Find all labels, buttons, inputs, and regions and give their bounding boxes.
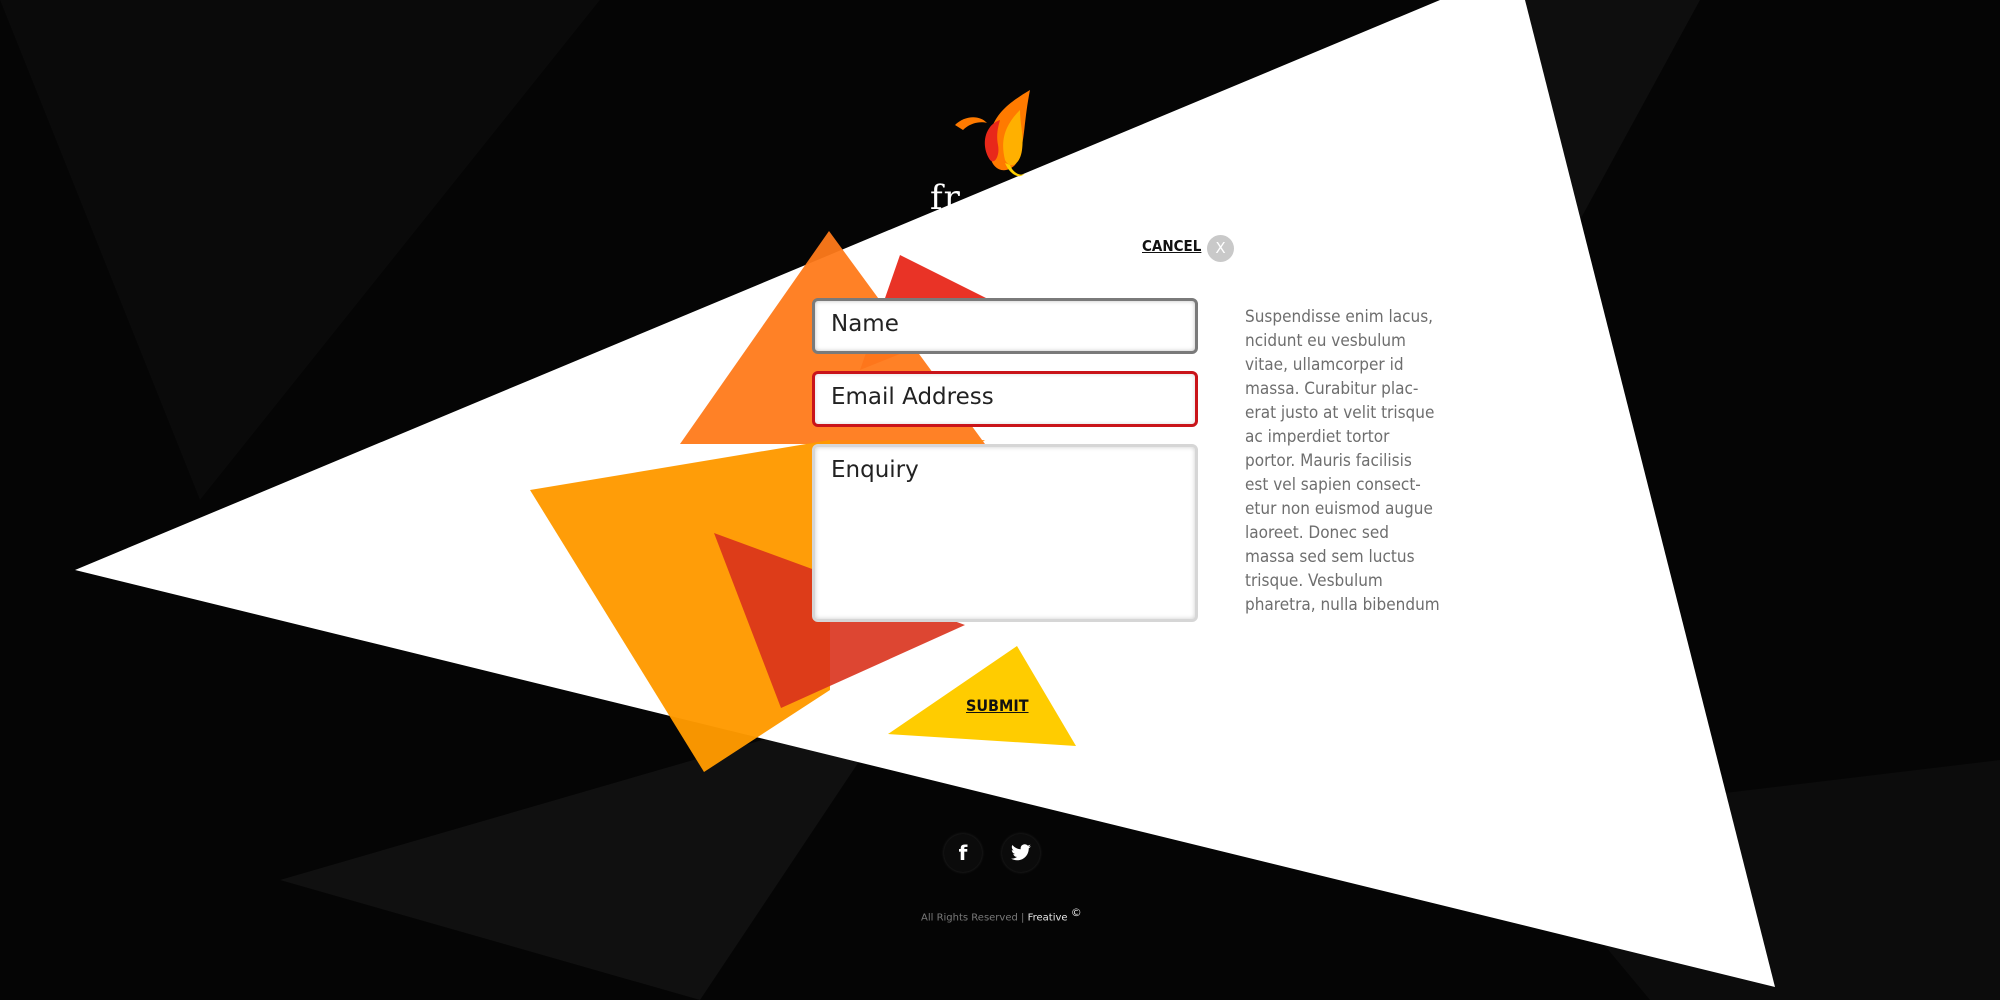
twitter-icon [1011, 844, 1031, 861]
twitter-button[interactable] [1002, 834, 1040, 872]
copyright-symbol: © [1070, 906, 1082, 919]
footer-brand-link[interactable]: Freative [1028, 912, 1068, 923]
phoenix-flame-icon [955, 90, 1030, 177]
logo-text: fr [930, 178, 961, 218]
email-field[interactable]: Email Address [812, 371, 1198, 427]
footer: All Rights Reserved | Freative © [921, 906, 1082, 923]
name-field[interactable]: Name [812, 298, 1198, 354]
footer-rights: All Rights Reserved | [921, 912, 1028, 924]
description-text: Suspendisse enim lacus, ncidunt eu vesbu… [1245, 307, 1440, 615]
facebook-button[interactable]: f [944, 834, 982, 872]
close-icon[interactable]: X [1207, 235, 1234, 262]
cancel-link[interactable]: CANCEL [1142, 237, 1201, 255]
submit-button[interactable]: SUBMIT [966, 696, 1029, 715]
facebook-icon: f [958, 841, 968, 865]
enquiry-field[interactable]: Enquiry [812, 444, 1198, 622]
